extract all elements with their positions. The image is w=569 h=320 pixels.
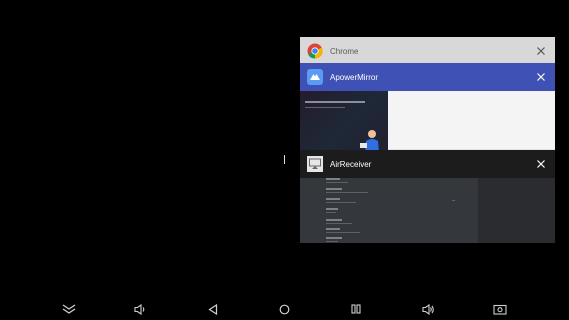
- card-title: ApowerMirror: [330, 72, 379, 82]
- settings-row: [326, 219, 342, 221]
- navigation-bar: [0, 298, 569, 320]
- card-header: Chrome: [300, 37, 555, 65]
- settings-row-detail: [326, 202, 356, 203]
- card-title: AirReceiver: [330, 159, 372, 169]
- settings-row: [326, 208, 338, 210]
- volume-up-icon[interactable]: [419, 300, 437, 318]
- settings-row-detail: [326, 232, 360, 233]
- card-header: AirReceiver: [300, 150, 555, 178]
- app-preview: [300, 91, 555, 153]
- settings-row: [326, 228, 340, 230]
- recents-icon[interactable]: [347, 300, 365, 318]
- settings-row-detail: [326, 223, 352, 224]
- recent-card-apowermirror[interactable]: ApowerMirror: [300, 63, 555, 153]
- back-icon[interactable]: [204, 300, 222, 318]
- volume-down-icon[interactable]: [131, 300, 149, 318]
- home-icon[interactable]: [275, 300, 293, 318]
- airreceiver-icon: [307, 156, 323, 172]
- settings-row: [326, 178, 340, 180]
- close-icon[interactable]: [533, 43, 549, 59]
- screenshot-icon[interactable]: [491, 300, 509, 318]
- text-cursor: [284, 155, 285, 164]
- recent-card-airreceiver[interactable]: AirReceiver: [300, 150, 555, 243]
- close-icon[interactable]: [533, 156, 549, 172]
- settings-chevron: [452, 200, 455, 201]
- card-title: Chrome: [330, 46, 359, 56]
- settings-row-detail: [326, 212, 336, 213]
- settings-preview: [300, 178, 478, 243]
- settings-row-detail: [326, 241, 338, 242]
- settings-row-detail: [326, 192, 368, 193]
- settings-row: [326, 237, 342, 239]
- settings-row: [326, 198, 340, 200]
- preview-panel: [388, 91, 555, 149]
- settings-row: [326, 188, 342, 190]
- collapse-chevron-icon[interactable]: [60, 300, 78, 318]
- preview-thumbnail: [300, 91, 388, 153]
- card-header: ApowerMirror: [300, 63, 555, 91]
- recent-card-chrome[interactable]: Chrome: [300, 37, 555, 65]
- chrome-icon: [307, 43, 323, 59]
- close-icon[interactable]: [533, 69, 549, 85]
- apowermirror-icon: [307, 69, 323, 85]
- settings-row-detail: [326, 182, 348, 183]
